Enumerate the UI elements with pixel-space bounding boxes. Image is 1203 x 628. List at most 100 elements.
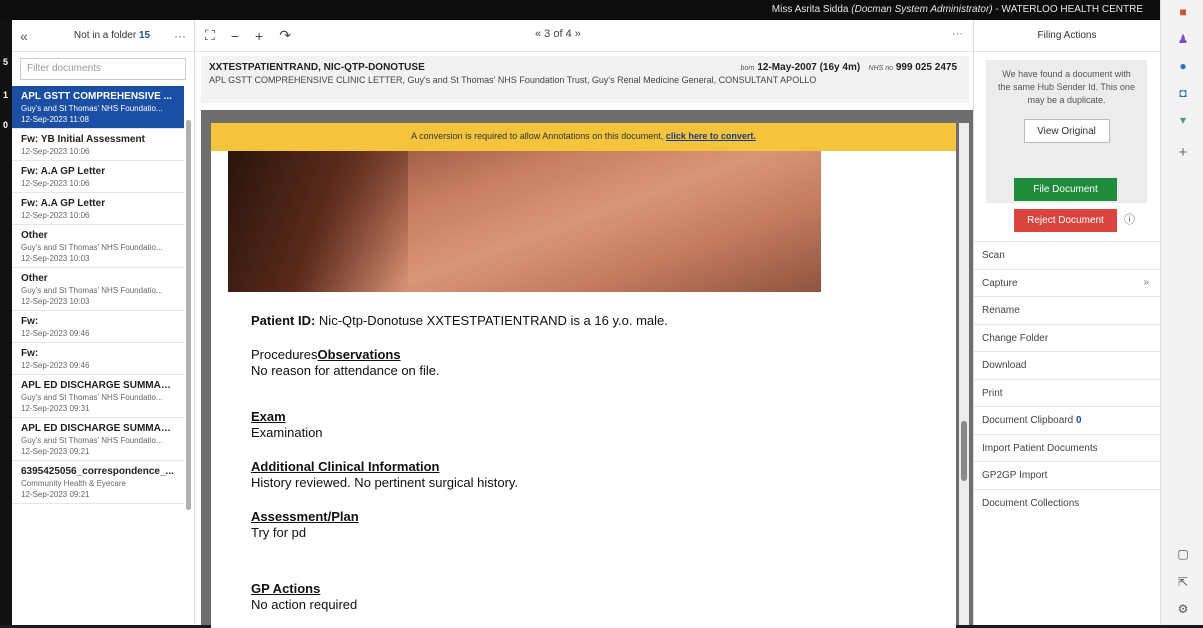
document-list-item[interactable]: Fw: 12-Sep-2023 09:46 — [12, 343, 184, 375]
info-icon[interactable]: ⓘ — [1124, 211, 1135, 227]
action-label: GP2GP Import — [982, 470, 1048, 481]
gear-icon[interactable]: ⚙ — [1174, 600, 1192, 618]
conversion-banner: A conversion is required to allow Annota… — [211, 123, 956, 151]
left-edge-strip: 5 1 0 — [0, 20, 12, 625]
sidebar-toggle-icon[interactable]: ▢ — [1174, 545, 1192, 563]
patient-banner: XXTESTPATIENTRAND, NIC-QTP-DONOTUSE APL … — [201, 56, 969, 103]
fit-to-screen-icon[interactable]: ⛶ — [205, 27, 215, 44]
docman-app: « Not in a folder 15 ··· Filter document… — [12, 20, 1161, 628]
filter-input[interactable]: Filter documents — [20, 58, 186, 80]
filing-action-list: Scan Capture » Rename Change Folder Download P… — [974, 241, 1161, 516]
page-navigator[interactable]: « 3 of 4 » — [535, 28, 581, 40]
user-info: Miss Asrita Sidda (Docman System Adminis… — [771, 4, 1143, 15]
people-icon[interactable]: ♟ — [1174, 30, 1192, 48]
document-title: APL GSTT COMPREHENSIVE ... — [21, 91, 172, 102]
more-options-icon[interactable]: ··· — [174, 29, 186, 43]
edge-count: 1 — [3, 90, 9, 100]
zoom-in-icon[interactable]: + — [255, 28, 263, 44]
zoom-out-icon[interactable]: − — [231, 28, 239, 44]
tree-icon[interactable]: ▾ — [1174, 111, 1192, 129]
collapse-panel-icon[interactable]: « — [20, 28, 50, 44]
scrollbar[interactable] — [186, 120, 191, 510]
exam-heading: Exam — [251, 409, 286, 424]
external-link-icon[interactable]: ⇱ — [1174, 573, 1192, 591]
additional-info-text: History reviewed. No pertinent surgical … — [251, 475, 519, 490]
document-list-item[interactable]: Fw: YB Initial Assessment 12-Sep-2023 10:… — [12, 129, 184, 161]
gp-actions-heading: GP Actions — [251, 581, 321, 596]
filing-action-rename[interactable]: Rename — [974, 296, 1161, 324]
document-title: Other — [21, 273, 48, 284]
action-label: Document Clipboard — [982, 415, 1074, 426]
filing-action-change-folder[interactable]: Change Folder — [974, 323, 1161, 352]
letter-body: Patient ID: Nic-Qtp-Donotuse XXTESTPATIE… — [251, 313, 668, 628]
rotate-icon[interactable]: ↷ — [279, 27, 291, 44]
document-list-item[interactable]: APL GSTT COMPREHENSIVE ... Guy's and St T… — [12, 86, 184, 129]
outlook-icon[interactable]: ◘ — [1174, 84, 1192, 102]
action-label: Scan — [982, 250, 1005, 261]
folder-title: Not in a folder 15 — [73, 30, 151, 41]
clipboard-count: 0 — [1075, 415, 1082, 426]
action-label: Print — [982, 387, 1003, 399]
document-title: APL ED DISCHARGE SUMMAR... — [21, 380, 176, 391]
document-list-item[interactable]: Other Guy's and St Thomas' NHS Foundatio.… — [12, 225, 184, 268]
filing-action-import-patient-documents[interactable]: Import Patient Documents — [974, 433, 1161, 462]
viewer-scrollbar[interactable] — [959, 123, 969, 625]
duplicate-message: We have found a document with the same H… — [998, 69, 1135, 105]
plan-text: Try for pd — [251, 525, 307, 540]
document-list-item[interactable]: Other Guy's and St Thomas' NHS Foundatio.… — [12, 268, 184, 311]
patient-id-label: Patient ID: — [251, 313, 316, 328]
document-date: 12-Sep-2023 10:06 — [21, 211, 90, 220]
convert-link[interactable]: click here to convert. — [666, 131, 756, 141]
briefcase-icon[interactable]: ■ — [1174, 3, 1192, 21]
viewer-toolbar: ⛶ − + ↷ « 3 of 4 » ··· — [195, 20, 973, 52]
document-list-item[interactable]: APL ED DISCHARGE SUMMAR... Guy's and St T… — [12, 418, 184, 461]
document-list-header: « Not in a folder 15 ··· — [12, 20, 194, 52]
document-date: 12-Sep-2023 10:03 — [21, 254, 90, 263]
document-list-item[interactable]: 6395425056_correspondence_... Community H… — [12, 461, 184, 504]
document-source: Guy's and St Thomas' NHS Foundatio... — [21, 393, 163, 402]
document-title: Fw: A.A GP Letter — [21, 198, 106, 209]
filing-action-document-collections[interactable]: Document Collections — [974, 488, 1161, 517]
filing-action-scan[interactable]: Scan — [974, 241, 1161, 269]
document-date: 12-Sep-2023 10:06 — [21, 179, 90, 188]
edge-count: 5 — [3, 57, 9, 67]
filing-action-print[interactable]: Print — [974, 378, 1161, 407]
view-original-button[interactable]: View Original — [1023, 119, 1110, 143]
document-viewer: ⛶ − + ↷ « 3 of 4 » ··· XXTESTPATIENTRAND… — [195, 20, 975, 628]
document-source: Guy's and St Thomas' NHS Foundatio... — [21, 286, 163, 295]
document-source: Community Health & Eyecare — [21, 479, 126, 488]
document-title: Fw: — [21, 348, 39, 359]
document-list-item[interactable]: Fw: A.A GP Letter 12-Sep-2023 10:06 — [12, 161, 184, 193]
edge-count: 0 — [3, 120, 9, 130]
document-date: 12-Sep-2023 09:31 — [21, 404, 90, 413]
action-label: Capture — [982, 277, 1018, 289]
document-title: Other — [21, 230, 48, 241]
document-list-item[interactable]: APL ED DISCHARGE SUMMAR... Guy's and St T… — [12, 375, 184, 418]
action-label: Change Folder — [982, 332, 1049, 344]
scrollbar-thumb[interactable] — [961, 421, 967, 481]
more-options-icon[interactable]: ··· — [952, 28, 963, 40]
document-list-item[interactable]: Fw: 12-Sep-2023 09:46 — [12, 311, 184, 343]
copilot-icon[interactable]: ● — [1174, 57, 1192, 75]
add-icon[interactable]: + — [1174, 143, 1192, 161]
document-list: APL GSTT COMPREHENSIVE ... Guy's and St T… — [12, 86, 194, 504]
document-list-item[interactable]: Fw: A.A GP Letter 12-Sep-2023 10:06 — [12, 193, 184, 225]
reject-document-button[interactable]: Reject Document — [1014, 209, 1117, 232]
document-source: Guy's and St Thomas' NHS Foundatio... — [21, 104, 163, 113]
document-date: 12-Sep-2023 10:03 — [21, 297, 90, 306]
clinical-photo — [228, 151, 821, 292]
document-list-panel: « Not in a folder 15 ··· Filter document… — [12, 20, 195, 625]
filing-action-gp2gp-import[interactable]: GP2GP Import — [974, 461, 1161, 489]
filing-action-capture[interactable]: Capture » — [974, 268, 1161, 297]
filing-action-download[interactable]: Download — [974, 351, 1161, 379]
observations-text: No reason for attendance on file. — [251, 363, 440, 378]
file-document-button[interactable]: File Document — [1014, 178, 1117, 201]
filing-actions-panel: Filing Actions We have found a document … — [973, 20, 1161, 625]
filing-action-document-clipboard[interactable]: Document Clipboard 0 — [974, 406, 1161, 434]
document-date: 12-Sep-2023 09:46 — [21, 361, 90, 370]
browser-side-rail: ■ ♟ ● ◘ ▾ + ▢ ⇱ ⚙ — [1160, 0, 1203, 625]
procedures-label: Procedures — [251, 347, 318, 362]
observations-heading: Observations — [317, 347, 401, 362]
action-label: Document Collections — [982, 497, 1080, 509]
gp-actions-text: No action required — [251, 597, 358, 612]
